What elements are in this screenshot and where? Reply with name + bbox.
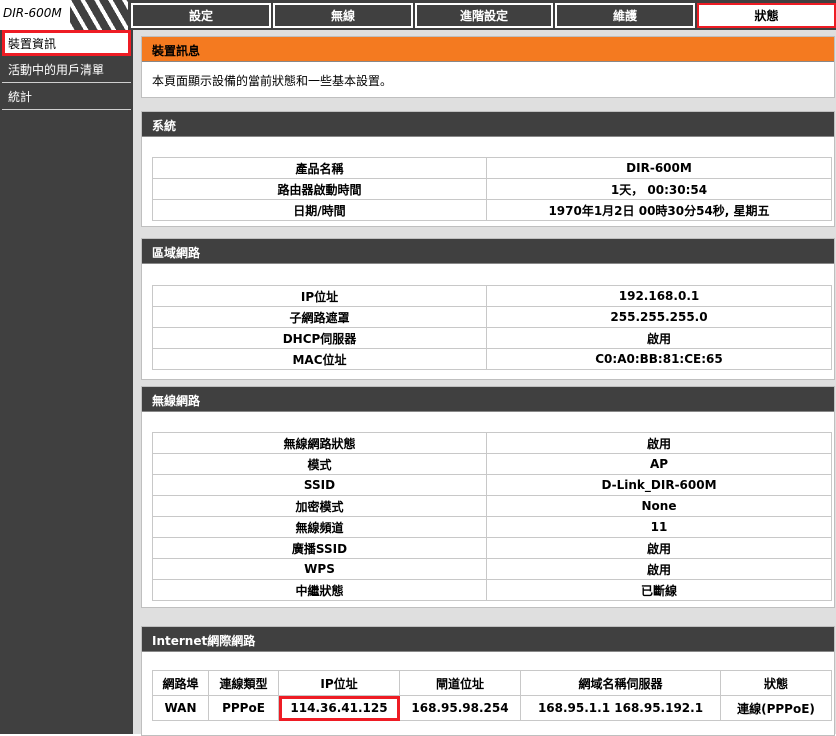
sidebar-item-active-clients[interactable]: 活動中的用戶清單: [2, 57, 131, 83]
wireless-title: 無線網路: [142, 387, 834, 412]
device-info-title: 裝置訊息: [142, 37, 834, 62]
field-label: 子網路遮罩: [152, 306, 487, 328]
cell-port: WAN: [152, 695, 209, 721]
tab-advanced[interactable]: 進階設定: [415, 3, 553, 28]
internet-title: Internet網際網路: [142, 627, 834, 652]
field-label: SSID: [152, 474, 487, 496]
sidebar: 裝置資訊 活動中的用戶清單 統計: [0, 30, 133, 734]
device-info-description: 本頁面顯示設備的當前狀態和一些基本設置。: [152, 74, 393, 88]
top-nav-bar: DIR-600M 設定 無線 進階設定 維護 狀態: [0, 0, 836, 30]
field-value: 1970年1月2日 00時30分54秒, 星期五: [486, 199, 832, 221]
sidebar-item-device-info[interactable]: 裝置資訊: [2, 30, 131, 56]
table-row: WAN PPPoE 114.36.41.125 168.95.98.254 16…: [152, 695, 832, 721]
field-label: 模式: [152, 453, 487, 475]
table-row: 中繼狀態 已斷線: [152, 579, 832, 601]
tab-maintenance[interactable]: 維護: [555, 3, 695, 28]
field-value: DIR-600M: [486, 157, 832, 179]
column-header: IP位址: [278, 670, 400, 696]
field-value: 啟用: [486, 327, 832, 349]
lan-table: IP位址 192.168.0.1 子網路遮罩 255.255.255.0 DHCP伺…: [152, 285, 832, 370]
table-row: 加密模式 None: [152, 495, 832, 517]
field-label: 無線網路狀態: [152, 432, 487, 454]
field-label: 日期/時間: [152, 199, 487, 221]
device-info-section: 裝置訊息 本頁面顯示設備的當前狀態和一些基本設置。: [141, 36, 835, 98]
table-row: 路由器啟動時間 1天， 00:30:54: [152, 178, 832, 200]
logo-stripes-decoration: [70, 0, 128, 30]
system-table: 產品名稱 DIR-600M 路由器啟動時間 1天， 00:30:54 日期/時間 19…: [152, 157, 832, 221]
field-value: 192.168.0.1: [486, 285, 832, 307]
sidebar-item-statistics[interactable]: 統計: [2, 84, 131, 110]
field-label: 廣播SSID: [152, 537, 487, 559]
table-row: IP位址 192.168.0.1: [152, 285, 832, 307]
wireless-section: 無線網路 無線網路狀態 啟用 模式 AP SSID D-Link_DIR-600M 加…: [141, 386, 835, 608]
table-row: WPS 啟用: [152, 558, 832, 580]
field-value: 255.255.255.0: [486, 306, 832, 328]
brand-logo: DIR-600M: [0, 0, 128, 30]
table-row: 子網路遮罩 255.255.255.0: [152, 306, 832, 328]
field-label: 無線頻道: [152, 516, 487, 538]
table-row: 產品名稱 DIR-600M: [152, 157, 832, 179]
lan-title: 區域網路: [142, 239, 834, 264]
cell-gateway: 168.95.98.254: [399, 695, 521, 721]
field-value: 啟用: [486, 558, 832, 580]
tab-status[interactable]: 狀態: [697, 3, 836, 28]
cell-ip-address: 114.36.41.125: [278, 695, 400, 721]
cell-connection-type: PPPoE: [208, 695, 279, 721]
column-header: 狀態: [720, 670, 832, 696]
model-name: DIR-600M: [3, 6, 62, 20]
field-value: C0:A0:BB:81:CE:65: [486, 348, 832, 370]
column-header: 閘道位址: [399, 670, 521, 696]
table-row: SSID D-Link_DIR-600M: [152, 474, 832, 496]
field-label: 中繼狀態: [152, 579, 487, 601]
table-row: 無線網路狀態 啟用: [152, 432, 832, 454]
cell-dns-servers: 168.95.1.1 168.95.192.1: [520, 695, 721, 721]
tab-setup[interactable]: 設定: [131, 3, 271, 28]
main-content: 裝置訊息 本頁面顯示設備的當前狀態和一些基本設置。 系統 產品名稱 DIR-600…: [133, 30, 836, 736]
table-row: 模式 AP: [152, 453, 832, 475]
column-header: 連線類型: [208, 670, 279, 696]
field-value: None: [486, 495, 832, 517]
column-header: 網路埠: [152, 670, 209, 696]
field-value: 啟用: [486, 537, 832, 559]
field-value: D-Link_DIR-600M: [486, 474, 832, 496]
table-row: DHCP伺服器 啟用: [152, 327, 832, 349]
system-section: 系統 產品名稱 DIR-600M 路由器啟動時間 1天， 00:30:54 日期/時…: [141, 111, 835, 227]
table-row: 日期/時間 1970年1月2日 00時30分54秒, 星期五: [152, 199, 832, 221]
table-row: 廣播SSID 啟用: [152, 537, 832, 559]
system-title: 系統: [142, 112, 834, 137]
field-value: 啟用: [486, 432, 832, 454]
field-label: 路由器啟動時間: [152, 178, 487, 200]
lan-section: 區域網路 IP位址 192.168.0.1 子網路遮罩 255.255.255.0 …: [141, 238, 835, 380]
field-label: WPS: [152, 558, 487, 580]
field-value: AP: [486, 453, 832, 475]
field-value: 已斷線: [486, 579, 832, 601]
internet-table: 網路埠 連線類型 IP位址 閘道位址 網域名稱伺服器 狀態 WAN PPPoE …: [152, 670, 832, 721]
field-label: IP位址: [152, 285, 487, 307]
field-value: 1天， 00:30:54: [486, 178, 832, 200]
tab-wireless[interactable]: 無線: [273, 3, 413, 28]
cell-status: 連線(PPPoE): [720, 695, 832, 721]
column-header: 網域名稱伺服器: [520, 670, 721, 696]
table-header-row: 網路埠 連線類型 IP位址 閘道位址 網域名稱伺服器 狀態: [152, 670, 832, 696]
field-label: MAC位址: [152, 348, 487, 370]
internet-section: Internet網際網路 網路埠 連線類型 IP位址 閘道位址 網域名稱伺服器 …: [141, 626, 835, 736]
field-label: 加密模式: [152, 495, 487, 517]
field-label: DHCP伺服器: [152, 327, 487, 349]
wireless-table: 無線網路狀態 啟用 模式 AP SSID D-Link_DIR-600M 加密模式 No…: [152, 432, 832, 601]
field-label: 產品名稱: [152, 157, 487, 179]
table-row: 無線頻道 11: [152, 516, 832, 538]
table-row: MAC位址 C0:A0:BB:81:CE:65: [152, 348, 832, 370]
field-value: 11: [486, 516, 832, 538]
